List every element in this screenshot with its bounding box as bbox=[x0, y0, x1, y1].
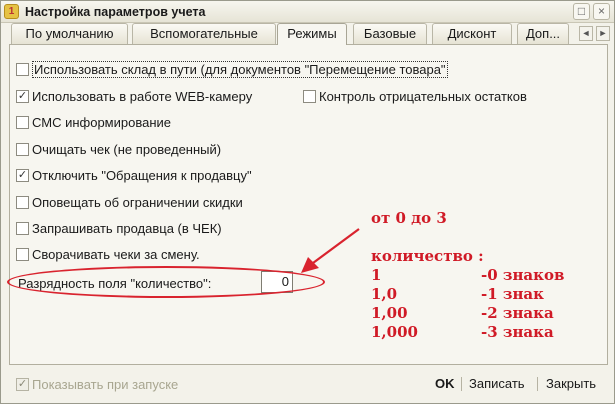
checkbox-checked[interactable]: ✓ bbox=[16, 89, 29, 103]
tab-additional[interactable]: Доп... bbox=[517, 23, 569, 44]
option-label: Использовать в работе WEB-камеру bbox=[32, 88, 253, 104]
checkbox-checked[interactable]: ✓ bbox=[16, 168, 29, 182]
option-clear-receipt[interactable]: Очищать чек (не проведенный) bbox=[16, 140, 221, 158]
show-on-start-toggle[interactable]: ✓ Показывать при запуске bbox=[16, 375, 178, 393]
app-icon: 1 bbox=[4, 4, 19, 19]
restore-button[interactable]: □ bbox=[573, 3, 590, 20]
save-button[interactable]: Записать bbox=[469, 375, 525, 393]
annotation-desc: -3 знака bbox=[481, 323, 554, 341]
settings-window: 1 Настройка параметров учета □ × По умол… bbox=[0, 0, 615, 404]
divider bbox=[537, 377, 538, 391]
annotation-desc: -1 знак bbox=[481, 285, 544, 303]
annotation-range: от 0 до 3 bbox=[371, 209, 447, 227]
tab-scroll-left-icon[interactable]: ◄ bbox=[579, 26, 593, 41]
option-label: Контроль отрицательных остатков bbox=[319, 88, 527, 104]
highlight-ellipse bbox=[7, 266, 325, 298]
checkbox[interactable] bbox=[16, 195, 29, 209]
option-disable-seller-calls[interactable]: ✓ Отключить "Обращения к продавцу" bbox=[16, 166, 252, 184]
option-ask-seller[interactable]: Запрашивать продавца (в ЧЕК) bbox=[16, 219, 222, 237]
option-discount-limit-notify[interactable]: Оповещать об ограничении скидки bbox=[16, 193, 243, 211]
option-label: Сворачивать чеки за смену. bbox=[32, 246, 200, 262]
option-label: Очищать чек (не проведенный) bbox=[32, 141, 222, 157]
annotation-desc: -2 знака bbox=[481, 304, 554, 322]
tab-basic[interactable]: Базовые bbox=[353, 23, 427, 44]
option-label: Запрашивать продавца (в ЧЕК) bbox=[32, 220, 222, 236]
option-label: Отключить "Обращения к продавцу" bbox=[32, 167, 252, 183]
show-on-start-label: Показывать при запуске bbox=[32, 376, 179, 392]
window-title: Настройка параметров учета bbox=[25, 5, 206, 19]
tab-auxiliary[interactable]: Вспомогательные bbox=[132, 23, 276, 44]
tab-discount[interactable]: Дисконт bbox=[432, 23, 512, 44]
annotation-value: 1,0 bbox=[371, 285, 398, 303]
close-window-button[interactable]: × bbox=[593, 3, 610, 20]
option-web-camera[interactable]: ✓ Использовать в работе WEB-камеру bbox=[16, 87, 252, 105]
option-label: Оповещать об ограничении скидки bbox=[32, 194, 243, 210]
title-bar: 1 Настройка параметров учета □ × bbox=[1, 1, 614, 23]
tab-default[interactable]: По умолчанию bbox=[11, 23, 128, 44]
checkbox[interactable] bbox=[16, 142, 29, 156]
checkbox[interactable] bbox=[16, 115, 29, 129]
checkbox[interactable] bbox=[16, 221, 29, 235]
option-transit-warehouse[interactable]: Использовать склад в пути (для документо… bbox=[16, 60, 448, 78]
option-sms-informing[interactable]: СМС информирование bbox=[16, 113, 171, 131]
divider bbox=[461, 377, 462, 391]
annotation-value: 1 bbox=[371, 266, 382, 284]
checkbox[interactable] bbox=[16, 247, 29, 261]
option-label: СМС информирование bbox=[32, 114, 171, 130]
tab-modes[interactable]: Режимы bbox=[277, 23, 347, 45]
ok-button[interactable]: OK bbox=[435, 375, 455, 393]
checkbox[interactable] bbox=[16, 62, 29, 76]
close-button[interactable]: Закрыть bbox=[546, 375, 596, 393]
annotation-value: 1,000 bbox=[371, 323, 418, 341]
annotation-heading: количество : bbox=[371, 247, 484, 265]
option-label: Использовать склад в пути (для документо… bbox=[32, 60, 448, 78]
option-collapse-receipts[interactable]: Сворачивать чеки за смену. bbox=[16, 245, 200, 263]
dialog-footer: ✓ Показывать при запуске OK Записать Зак… bbox=[1, 367, 614, 403]
annotation-desc: -0 знаков bbox=[481, 266, 565, 284]
tab-scroll-right-icon[interactable]: ► bbox=[596, 26, 610, 41]
checkbox-checked[interactable]: ✓ bbox=[16, 377, 29, 391]
checkbox[interactable] bbox=[303, 89, 316, 103]
annotation-arrow-icon bbox=[301, 228, 360, 273]
annotation-value: 1,00 bbox=[371, 304, 408, 322]
option-negative-stock-control[interactable]: Контроль отрицательных остатков bbox=[303, 87, 527, 105]
